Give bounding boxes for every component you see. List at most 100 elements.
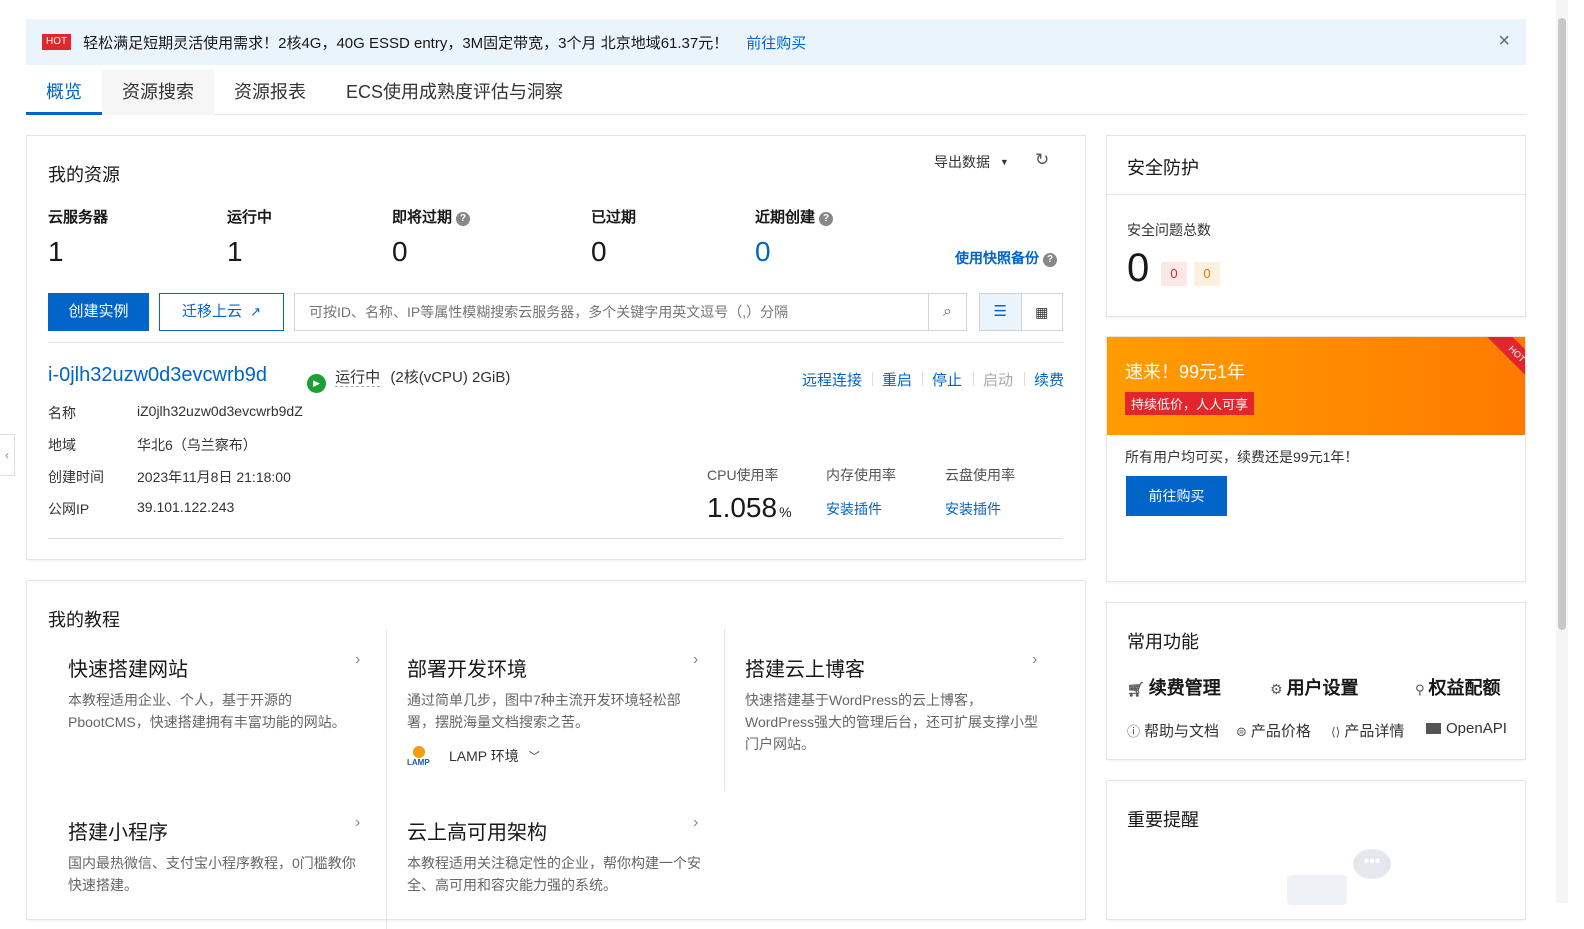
- promo-card: 速来！99元1年 持续低价，人人可享 HOT 所有用户均可买，续费还是99元1年…: [1106, 336, 1526, 582]
- caret-down-icon: ▼: [999, 157, 1009, 167]
- tab-resource-report[interactable]: 资源报表: [214, 70, 326, 115]
- chevron-right-icon[interactable]: ›: [693, 814, 698, 832]
- chevron-right-icon[interactable]: ›: [693, 651, 698, 669]
- stat-value-running[interactable]: 1: [227, 236, 243, 268]
- tab-ecs-maturity[interactable]: ECS使用成熟度评估与洞察: [326, 70, 583, 115]
- stat-label-servers: 云服务器: [48, 209, 109, 226]
- export-label: 导出数据: [934, 154, 990, 170]
- stat-value-servers[interactable]: 1: [48, 236, 64, 268]
- promo-header[interactable]: 速来！99元1年 持续低价，人人可享 HOT: [1107, 337, 1525, 435]
- stat-value-recent[interactable]: 0: [755, 236, 771, 268]
- openapi-link[interactable]: OpenAPI: [1426, 720, 1507, 737]
- search-icon[interactable]: ⌕: [928, 294, 966, 330]
- cpu-usage-value: 1.058%: [707, 492, 792, 523]
- divider: [973, 372, 974, 386]
- info-icon: ⓘ: [1127, 724, 1141, 739]
- security-title: 安全防护: [1127, 158, 1199, 178]
- env-selector[interactable]: LAMP LAMP 环境 ﹀: [407, 746, 540, 767]
- field-value-created: 2023年11月8日 21:18:00: [137, 469, 291, 485]
- divider: [724, 629, 725, 791]
- grid-view-icon[interactable]: ▦: [1022, 294, 1063, 330]
- renew-link[interactable]: 续费: [1034, 369, 1064, 390]
- lamp-logo-icon: LAMP: [407, 746, 439, 767]
- play-icon: ▶: [307, 374, 326, 393]
- stop-link[interactable]: 停止: [932, 369, 962, 390]
- memory-install-plugin-link[interactable]: 安装插件: [826, 499, 882, 519]
- field-value-public-ip: 39.101.122.243: [137, 499, 235, 515]
- tutorial-desc-blog: 快速搭建基于WordPress的云上博客，WordPress强大的管理后台，还可…: [745, 692, 1038, 752]
- tutorial-desc-dev-env: 通过简单几步，图中7种主流开发环境轻松部署，摆脱海量文档搜索之苦。: [407, 692, 681, 730]
- product-detail-link[interactable]: ⟨⟩ 产品详情: [1331, 720, 1404, 741]
- tutorial-title-blog[interactable]: 搭建云上博客: [745, 653, 865, 682]
- empty-state-illustration: [1287, 875, 1347, 905]
- divider: [1107, 194, 1525, 195]
- field-value-region: 华北6（乌兰察布）: [137, 437, 257, 453]
- migrate-button[interactable]: 迁移上云 ↗: [159, 293, 284, 331]
- reminder-card: 重要提醒 •••: [1106, 780, 1526, 920]
- terminal-icon: [1426, 723, 1441, 734]
- refresh-icon[interactable]: ↻: [1035, 150, 1049, 170]
- instance-id-link[interactable]: i-0jlh32uzw0d3evcwrb9d: [48, 364, 267, 387]
- close-icon[interactable]: ×: [1498, 31, 1510, 51]
- field-label-name: 名称: [48, 405, 76, 421]
- disk-install-plugin-link[interactable]: 安装插件: [945, 499, 1001, 519]
- quota-link[interactable]: ⚲ 权益配额: [1415, 674, 1501, 700]
- resources-title: 我的资源: [48, 165, 120, 185]
- create-instance-button[interactable]: 创建实例: [48, 293, 149, 331]
- promo-banner: HOT 轻松满足短期灵活使用需求！2核4G，40G ESSD entry，3M固…: [26, 19, 1526, 65]
- security-badge-medium[interactable]: 0: [1194, 262, 1220, 286]
- help-icon[interactable]: ?: [456, 212, 471, 226]
- search-input[interactable]: [295, 294, 929, 330]
- cart-icon: 🛒︎: [1127, 681, 1145, 697]
- list-view-icon[interactable]: ☰: [980, 294, 1022, 330]
- help-icon[interactable]: ?: [1043, 253, 1057, 267]
- disk-usage-label: 云盘使用率: [945, 467, 1015, 483]
- divider: [922, 372, 923, 386]
- tutorial-title-miniprogram[interactable]: 搭建小程序: [68, 816, 168, 845]
- tab-overview[interactable]: 概览: [26, 70, 102, 115]
- chevron-right-icon[interactable]: ›: [1032, 651, 1037, 669]
- field-value-name: iZ0jlh32uzw0d3evcwrb9dZ: [137, 403, 303, 419]
- restart-link[interactable]: 重启: [882, 369, 912, 390]
- user-settings-link[interactable]: ⚙ 用户设置: [1270, 674, 1359, 700]
- scrollbar[interactable]: [1556, 0, 1568, 903]
- product-price-link[interactable]: ⊜ 产品价格: [1236, 720, 1311, 741]
- search-box: ⌕: [294, 293, 967, 331]
- sidebar-collapse-handle[interactable]: ‹: [0, 434, 15, 476]
- renew-management-link[interactable]: 🛒︎ 续费管理: [1127, 674, 1221, 700]
- remote-connect-link[interactable]: 远程连接: [802, 369, 862, 390]
- promo-tag: 持续低价，人人可享: [1125, 392, 1255, 415]
- help-icon[interactable]: ?: [819, 212, 834, 226]
- divider: [386, 629, 387, 929]
- banner-buy-link[interactable]: 前往购买: [746, 32, 806, 53]
- hot-tag: HOT: [42, 34, 72, 50]
- banner-text: 轻松满足短期灵活使用需求！2核4G，40G ESSD entry，3M固定带宽，…: [83, 34, 729, 52]
- key-icon: ⚲: [1415, 682, 1425, 697]
- chevron-right-icon[interactable]: ›: [355, 651, 360, 669]
- scrollbar-thumb[interactable]: [1558, 18, 1566, 630]
- stat-label-recent: 近期创建?: [755, 206, 834, 227]
- env-label: LAMP 环境: [449, 748, 519, 764]
- promo-buy-button[interactable]: 前往购买: [1126, 476, 1227, 516]
- my-resources-card: 我的资源 导出数据 ▼ ↻ 云服务器 1 运行中 1 即将过期? 0 已过期 0…: [26, 135, 1086, 560]
- stat-value-expired[interactable]: 0: [591, 236, 607, 268]
- stat-value-expiring[interactable]: 0: [392, 236, 408, 268]
- memory-usage-label: 内存使用率: [826, 467, 896, 483]
- tutorial-title-website[interactable]: 快速搭建网站: [68, 653, 188, 682]
- tab-resource-search[interactable]: 资源搜索: [102, 70, 214, 115]
- tutorial-title-ha-arch[interactable]: 云上高可用架构: [407, 816, 547, 845]
- start-link: 启动: [983, 372, 1014, 389]
- security-card: 安全防护 安全问题总数 0 0 0: [1106, 135, 1526, 317]
- help-docs-link[interactable]: ⓘ 帮助与文档: [1127, 720, 1219, 741]
- security-total[interactable]: 0: [1127, 246, 1149, 291]
- snapshot-backup-link[interactable]: 使用快照备份?: [955, 248, 1057, 268]
- chevron-down-icon: ﹀: [528, 751, 540, 763]
- export-data-button[interactable]: 导出数据 ▼: [934, 152, 1009, 172]
- view-toggle: ☰ ▦: [979, 293, 1063, 331]
- chevron-right-icon[interactable]: ›: [355, 814, 360, 832]
- security-badge-high[interactable]: 0: [1161, 262, 1187, 286]
- running-status: ▶ 运行中 (2核(vCPU) 2GiB): [307, 366, 510, 393]
- reminder-title: 重要提醒: [1127, 810, 1199, 830]
- external-link-icon: ↗: [250, 304, 262, 319]
- tutorial-title-dev-env[interactable]: 部署开发环境: [407, 653, 527, 682]
